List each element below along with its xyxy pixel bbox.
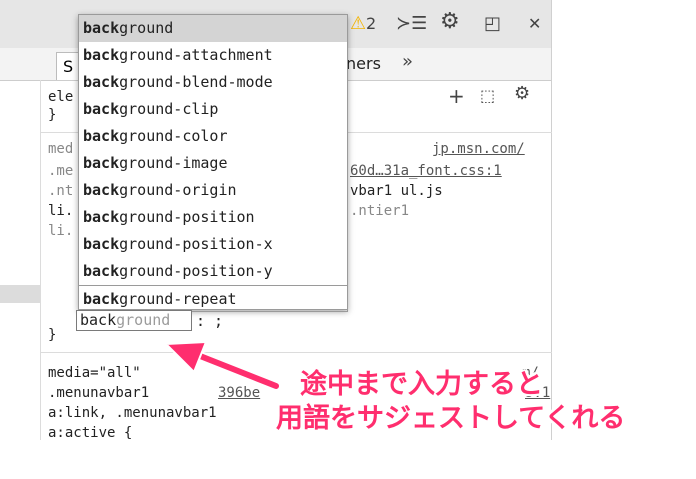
source-link-font-css[interactable]: 60d…31a_font.css:1 bbox=[350, 162, 502, 180]
autocomplete-dropdown: background background-attachment backgro… bbox=[78, 14, 348, 312]
warning-icon[interactable]: ⚠ bbox=[350, 14, 366, 34]
style-settings-icon[interactable]: ⚙ bbox=[514, 84, 530, 104]
suggestion-item[interactable]: background-blend-mode bbox=[79, 69, 347, 96]
suggestion-item[interactable]: background-position-y bbox=[79, 258, 347, 285]
element-style-selector: ele bbox=[48, 89, 74, 105]
media-all-label: media="all" bbox=[48, 365, 141, 381]
suggestion-item[interactable]: background-image bbox=[79, 150, 347, 177]
tab-event-listeners[interactable]: ners bbox=[346, 54, 381, 73]
selector-menunavbar: .menunavbar1 bbox=[48, 385, 150, 401]
selector-vbar: vbar1 ul.js bbox=[350, 183, 443, 199]
suggestion-item[interactable]: background-origin bbox=[79, 177, 347, 204]
property-name-input[interactable]: background bbox=[76, 310, 192, 331]
selector-active: a:active { bbox=[48, 425, 133, 440]
console-drawer-icon[interactable]: ≻☰ bbox=[396, 14, 427, 34]
selector-li-1: li. bbox=[48, 203, 74, 219]
suggestion-item[interactable]: background bbox=[79, 15, 347, 42]
annotation-arrow-icon bbox=[163, 340, 280, 391]
warning-count[interactable]: 2 bbox=[366, 14, 376, 34]
toolbar-left-area bbox=[0, 0, 44, 48]
element-state-icon[interactable]: ⬚ bbox=[480, 86, 495, 106]
property-value-placeholder: : ; bbox=[196, 312, 224, 330]
element-style-close-brace: } bbox=[48, 107, 57, 123]
selector-li-2: li. bbox=[48, 223, 74, 239]
selector-me: .me bbox=[48, 163, 74, 179]
rule-close-brace: } bbox=[48, 327, 57, 343]
suggestion-item[interactable]: background-repeat bbox=[78, 285, 348, 312]
dock-icon[interactable]: ◰ bbox=[484, 14, 501, 34]
selector-ntier: .ntier1 bbox=[350, 203, 410, 219]
rule-divider-2 bbox=[40, 352, 552, 353]
suggestion-item[interactable]: background-position bbox=[79, 204, 347, 231]
add-rule-icon[interactable]: + bbox=[448, 86, 465, 106]
suggestion-item[interactable]: background-attachment bbox=[79, 42, 347, 69]
gutter-highlight bbox=[0, 285, 40, 303]
settings-gear-icon[interactable]: ⚙ bbox=[440, 11, 460, 33]
tabs-overflow-chevron-icon[interactable]: » bbox=[402, 51, 413, 72]
panel-right-border bbox=[551, 0, 552, 440]
suggestion-item[interactable]: background-clip bbox=[79, 96, 347, 123]
selector-alink: a:link, .menunavbar1 bbox=[48, 405, 217, 421]
selector-nt: .nt bbox=[48, 183, 74, 199]
annotation-line-2: 用語をサジェストしてくれる bbox=[276, 403, 626, 434]
source-link-url[interactable]: jp.msn.com/ bbox=[432, 140, 525, 158]
media-label-partial: med bbox=[48, 141, 74, 157]
suggestion-item[interactable]: background-position-x bbox=[79, 231, 347, 258]
suggestion-item[interactable]: background-color bbox=[79, 123, 347, 150]
close-icon[interactable]: ✕ bbox=[528, 14, 541, 34]
gutter-divider bbox=[40, 80, 41, 440]
